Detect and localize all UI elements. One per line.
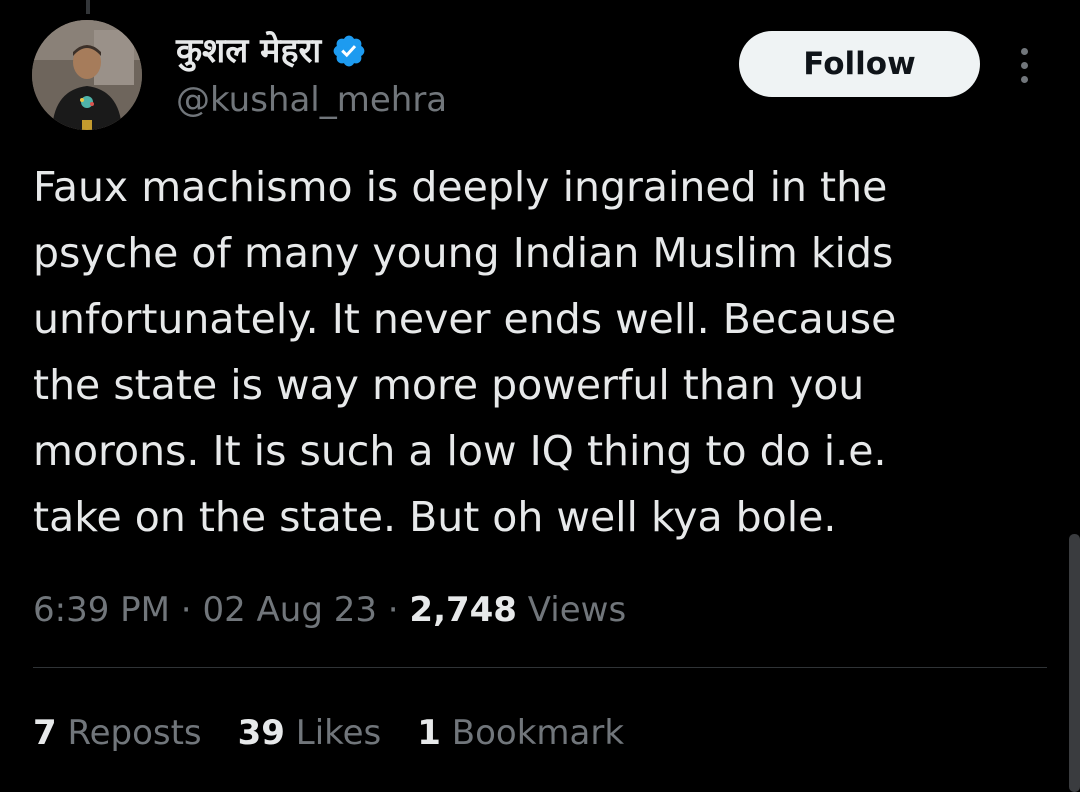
engagement-stats: 7 Reposts 39 Likes 1 Bookmark — [33, 706, 660, 760]
verified-badge-icon[interactable] — [331, 33, 367, 69]
more-options-icon[interactable] — [1008, 40, 1040, 90]
follow-button[interactable]: Follow — [739, 31, 980, 97]
meta-separator: · — [170, 590, 203, 630]
tweet-meta: 6:39 PM · 02 Aug 23 · 2,748 Views — [33, 584, 626, 636]
tweet-detail-page: कुशल मेहरा @kushal_mehra Follow Faux mac… — [0, 0, 1080, 792]
tweet-text: Faux machismo is deeply ingrained in the… — [33, 154, 1033, 550]
meta-separator: · — [376, 590, 410, 630]
tweet-text-line: unfortunately. It never ends well. Becau… — [33, 295, 897, 343]
reposts-label: Reposts — [56, 713, 202, 753]
likes-stat[interactable]: 39 Likes — [238, 706, 382, 760]
tweet-text-line: the state is way more powerful than you — [33, 361, 865, 409]
bookmarks-label: Bookmark — [440, 713, 625, 753]
tweet-text-line: Faux machismo is deeply ingrained in the — [33, 163, 888, 211]
avatar[interactable] — [32, 20, 142, 130]
likes-count: 39 — [237, 713, 285, 753]
reposts-stat[interactable]: 7 Reposts — [33, 706, 202, 760]
views-label: Views — [516, 590, 627, 630]
thread-connector-line — [86, 0, 90, 14]
more-dot — [1020, 47, 1028, 55]
reposts-count: 7 — [33, 713, 57, 753]
tweet-text-line: take on the state. But oh well kya bole. — [33, 493, 837, 541]
more-dot — [1020, 61, 1028, 69]
tweet-text-line: psyche of many young Indian Muslim kids — [33, 229, 894, 277]
views-count: 2,748 — [409, 590, 517, 630]
tweet-date[interactable]: 02 Aug 23 — [202, 590, 377, 630]
likes-label: Likes — [284, 713, 382, 753]
tweet-text-line: morons. It is such a low IQ thing to do … — [33, 427, 887, 475]
bookmarks-stat[interactable]: 1 Bookmark — [417, 706, 624, 760]
more-dot — [1020, 75, 1028, 83]
tweet-time[interactable]: 6:39 PM — [33, 590, 170, 630]
author-display-name[interactable]: कुशल मेहरा — [176, 26, 321, 76]
profile-photo-icon — [32, 20, 142, 130]
author-handle[interactable]: @kushal_mehra — [176, 76, 447, 124]
bookmarks-count: 1 — [417, 713, 441, 753]
author-name-row: कुशल मेहरा — [176, 26, 367, 76]
divider — [33, 667, 1047, 668]
scrollbar-thumb[interactable] — [1069, 534, 1080, 792]
